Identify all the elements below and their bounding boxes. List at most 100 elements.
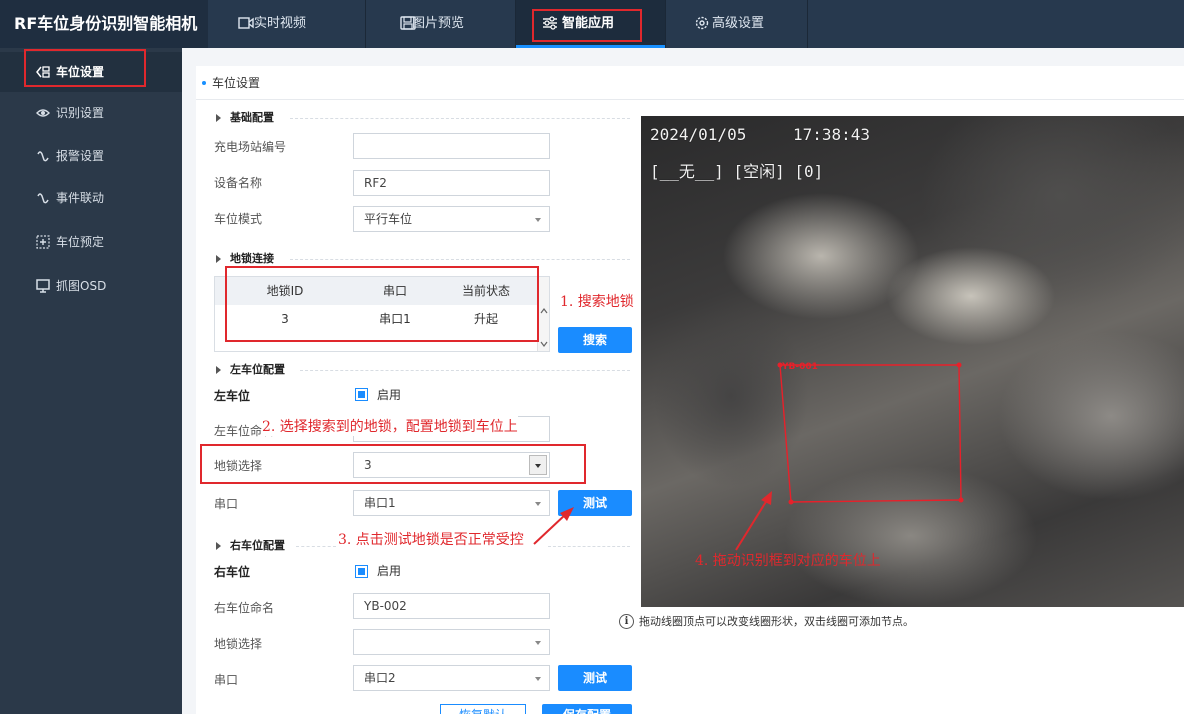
tab-image-preview[interactable]: 图片预览 [366, 0, 516, 48]
annotation-step4: 4. 拖动识别框到对应的车位上 [695, 553, 881, 569]
save-config-button[interactable]: 保存配置 [542, 704, 632, 714]
region-vertex[interactable] [958, 497, 964, 503]
column-header: 当前状态 [461, 284, 510, 298]
left-lock-value: 3 [364, 458, 372, 472]
device-name-input[interactable]: RF2 [353, 170, 550, 196]
left-lock-select[interactable]: 3 [353, 452, 550, 478]
left-lock-label: 地锁选择 [214, 459, 263, 473]
info-icon: i [619, 614, 634, 629]
left-enable-text: 启用 [377, 388, 402, 402]
divider [300, 370, 630, 371]
left-port-value: 串口1 [364, 496, 396, 510]
app-title: RF车位身份识别智能相机 [0, 0, 208, 48]
sidebar-item-reserve[interactable]: 车位预定 [0, 222, 182, 262]
sidebar-item-alarm[interactable]: 报警设置 [0, 136, 182, 176]
image-icon [400, 16, 416, 30]
left-enable-checkbox[interactable] [355, 388, 368, 401]
section-left-title: 左车位配置 [216, 361, 285, 379]
eye-icon [36, 109, 50, 117]
left-parking-label: 左车位 [214, 389, 251, 403]
tab-label: 高级设置 [712, 16, 765, 31]
parking-icon [36, 66, 50, 78]
hint-text: i 拖动线圈顶点可以改变线圈形状，双击线圈可添加节点。 [619, 614, 914, 630]
right-test-button[interactable]: 测试 [558, 665, 632, 691]
section-lock-title: 地锁连接 [216, 250, 274, 268]
chevron-down-icon [535, 464, 541, 468]
station-input[interactable] [353, 133, 550, 159]
parking-mode-label: 车位模式 [214, 212, 263, 226]
annotation-step1: 1. 搜索地锁 [560, 294, 634, 310]
search-button[interactable]: 搜索 [558, 327, 632, 353]
annotation-step2: 2. 选择搜索到的地锁，配置地锁到车位上 [262, 416, 518, 436]
annotation-arrow-step3 [533, 507, 574, 545]
sidebar-item-label: 车位设置 [56, 65, 105, 79]
link-icon [37, 193, 49, 204]
video-icon [238, 17, 254, 29]
right-name-label: 右车位命名 [214, 601, 275, 615]
section-right-title: 右车位配置 [216, 537, 285, 555]
tab-smart-app[interactable]: 智能应用 [516, 0, 666, 48]
video-preview[interactable]: 2024/01/05 17:38:43 [__无__] [空闲] [0] YB-… [641, 116, 1184, 607]
sidebar-item-label: 车位预定 [56, 235, 105, 249]
column-header: 地锁ID [266, 284, 304, 298]
breadcrumb-dot [202, 81, 206, 85]
right-parking-label: 右车位 [214, 565, 251, 579]
breadcrumb: 车位设置 [196, 66, 1184, 100]
region-label: YB-001 [782, 362, 818, 372]
table-cell[interactable]: 串口1 [355, 307, 435, 331]
tab-label: 智能应用 [562, 16, 615, 31]
monitor-icon [36, 279, 50, 293]
region-vertex[interactable] [956, 362, 962, 368]
sidebar-item-parking[interactable]: 车位设置 [0, 52, 182, 92]
divider [296, 546, 336, 547]
breadcrumb-label: 车位设置 [212, 76, 261, 90]
dropdown-button[interactable] [529, 455, 547, 475]
detection-region[interactable] [641, 116, 1184, 607]
column-header: 串口 [382, 284, 407, 298]
right-enable-text: 启用 [377, 564, 402, 578]
hint-label: 拖动线圈顶点可以改变线圈形状，双击线圈可添加节点。 [639, 615, 914, 628]
top-bar: RF车位身份识别智能相机 实时视频 图片预览 智能应用 高级设置 [0, 0, 1184, 48]
section-basic-title: 基础配置 [216, 109, 274, 127]
device-name-label: 设备名称 [214, 176, 263, 190]
sidebar-item-osd[interactable]: 抓图OSD [0, 266, 182, 306]
divider [290, 118, 630, 119]
alarm-icon [37, 151, 49, 162]
parking-mode-select[interactable]: 平行车位 [353, 206, 550, 232]
chevron-down-icon [535, 677, 541, 681]
table-cell[interactable]: 升起 [441, 307, 531, 331]
chevron-down-icon [535, 641, 541, 645]
sidebar-item-label: 抓图OSD [56, 279, 107, 293]
sidebar-item-label: 事件联动 [56, 191, 105, 205]
chevron-down-icon [535, 218, 541, 222]
scroll-arrows-icon [540, 308, 548, 347]
divider [290, 259, 630, 260]
tab-advanced-settings[interactable]: 高级设置 [666, 0, 808, 48]
sidebar: 车位设置 识别设置 报警设置 事件联动 车位预定 抓图OSD [0, 48, 182, 714]
sidebar-item-recognition[interactable]: 识别设置 [0, 93, 182, 133]
right-lock-select[interactable] [353, 629, 550, 655]
parking-mode-value: 平行车位 [364, 212, 413, 226]
sliders-icon [543, 16, 557, 30]
right-port-label: 串口 [214, 673, 239, 687]
sidebar-item-event-link[interactable]: 事件联动 [0, 178, 182, 218]
right-port-select[interactable]: 串口2 [353, 665, 550, 691]
right-name-input[interactable]: YB-002 [353, 593, 550, 619]
annotation-step3: 3. 点击测试地锁是否正常受控 [338, 532, 524, 548]
restore-default-button[interactable]: 恢复默认 [440, 704, 526, 714]
station-label: 充电场站编号 [214, 140, 287, 154]
sidebar-item-label: 识别设置 [56, 106, 105, 120]
gear-icon [695, 16, 709, 30]
reserve-icon [36, 235, 50, 249]
lock-table: 地锁ID 串口 当前状态 3 串口1 升起 [214, 276, 550, 352]
tab-label: 实时视频 [254, 16, 307, 31]
right-enable-checkbox[interactable] [355, 565, 368, 578]
table-scrollbar[interactable] [537, 277, 549, 351]
tab-label: 图片预览 [412, 16, 465, 31]
right-lock-label: 地锁选择 [214, 637, 263, 651]
sidebar-item-label: 报警设置 [56, 149, 105, 163]
tab-live-video[interactable]: 实时视频 [208, 0, 366, 48]
table-cell[interactable]: 3 [235, 307, 335, 331]
left-port-label: 串口 [214, 497, 239, 511]
region-vertex[interactable] [788, 499, 794, 505]
